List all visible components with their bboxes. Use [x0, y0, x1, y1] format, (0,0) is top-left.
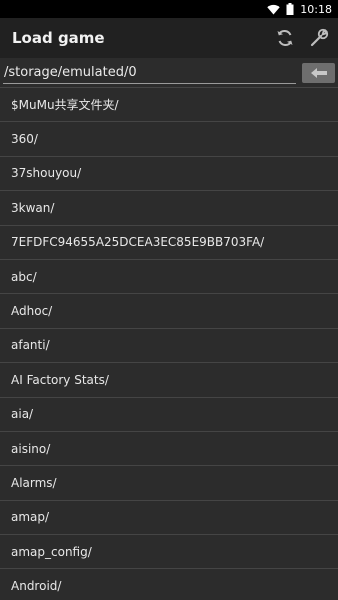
file-name: Adhoc/: [11, 304, 53, 319]
file-name: 360/: [11, 132, 38, 147]
list-item[interactable]: amap/: [0, 499, 338, 534]
file-name: Android/: [11, 579, 62, 594]
page-title: Load game: [12, 29, 105, 47]
file-name: 7EFDFC94655A25DCEA3EC85E9BB703FA/: [11, 235, 265, 250]
file-list: $MuMu共享文件夹/360/37shouyou/3kwan/7EFDFC946…: [0, 87, 338, 600]
list-item[interactable]: 7EFDFC94655A25DCEA3EC85E9BB703FA/: [0, 224, 338, 259]
file-name: abc/: [11, 269, 37, 284]
list-item[interactable]: Alarms/: [0, 465, 338, 499]
file-name: afanti/: [11, 338, 50, 353]
list-item[interactable]: amap_config/: [0, 534, 338, 568]
list-item[interactable]: aisino/: [0, 430, 338, 465]
path-input[interactable]: [3, 62, 296, 84]
list-item[interactable]: Android/: [0, 568, 338, 600]
file-name: amap/: [11, 510, 50, 525]
list-item[interactable]: 360/: [0, 121, 338, 155]
file-name: amap_config/: [11, 544, 92, 559]
wifi-icon: [267, 0, 280, 19]
list-item[interactable]: $MuMu共享文件夹/: [0, 87, 338, 121]
file-name: $MuMu共享文件夹/: [11, 98, 119, 113]
path-bar: [0, 58, 338, 88]
file-name: 3kwan/: [11, 200, 55, 215]
wrench-icon: [310, 28, 329, 47]
file-name: Alarms/: [11, 475, 57, 490]
status-time: 10:18: [300, 2, 332, 16]
status-bar: 10:18: [0, 0, 338, 18]
list-item[interactable]: aia/: [0, 396, 338, 431]
file-name: aisino/: [11, 441, 51, 456]
file-name: aia/: [11, 407, 34, 422]
back-button[interactable]: [302, 63, 335, 83]
settings-button[interactable]: [304, 23, 334, 53]
refresh-icon: [277, 29, 293, 47]
list-item[interactable]: abc/: [0, 258, 338, 293]
battery-icon: [286, 0, 294, 19]
app-bar: Load game: [0, 18, 338, 58]
list-item[interactable]: Adhoc/: [0, 293, 338, 327]
list-item[interactable]: 3kwan/: [0, 190, 338, 224]
refresh-button[interactable]: [270, 23, 300, 53]
file-name: 37shouyou/: [11, 166, 82, 181]
arrow-left-icon: [310, 68, 327, 78]
file-name: AI Factory Stats/: [11, 372, 109, 387]
list-item[interactable]: 37shouyou/: [0, 155, 338, 190]
list-item[interactable]: afanti/: [0, 327, 338, 362]
list-item[interactable]: AI Factory Stats/: [0, 362, 338, 396]
